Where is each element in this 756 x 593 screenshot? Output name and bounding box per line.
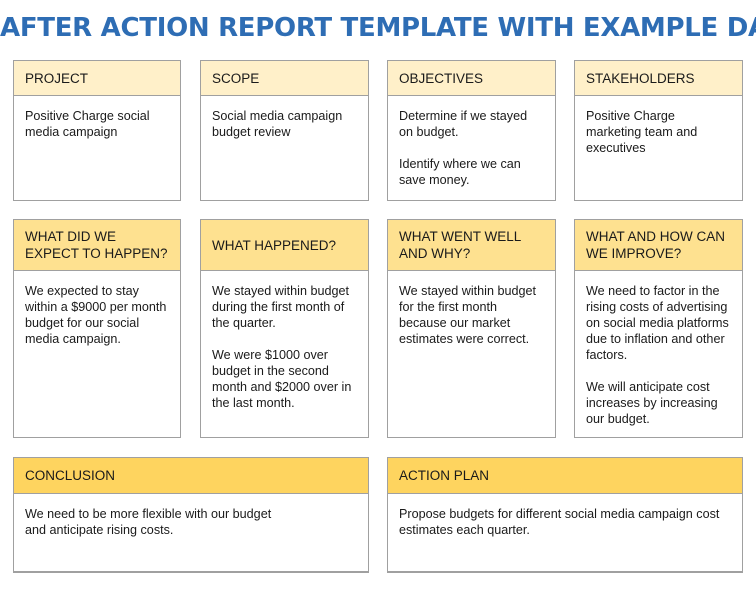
objectives-card: OBJECTIVES Determine if we stayed on bud…	[387, 60, 556, 201]
improve-card: WHAT AND HOW CAN WE IMPROVE? We need to …	[574, 219, 743, 438]
card-body: We need to be more flexible with our bud…	[14, 494, 368, 538]
card-heading: ACTION PLAN	[388, 458, 742, 494]
card-text: We stayed within budget during the first…	[212, 284, 349, 330]
scope-card: SCOPE Social media campaign budget revie…	[200, 60, 369, 201]
card-body: We expected to stay within a $9000 per m…	[14, 271, 180, 347]
card-text: Identify where we can save money.	[399, 157, 521, 187]
card-text: Propose budgets for different social med…	[399, 507, 720, 537]
card-body: We stayed within budget for the first mo…	[388, 271, 555, 347]
card-heading: STAKEHOLDERS	[575, 61, 742, 96]
card-text: We stayed within budget for the first mo…	[399, 284, 536, 346]
card-body: Propose budgets for different social med…	[388, 494, 742, 538]
card-body: Social media campaign budget review	[201, 96, 368, 140]
card-body: Determine if we stayed on budget. Identi…	[388, 96, 555, 188]
card-heading: CONCLUSION	[14, 458, 368, 494]
card-heading: WHAT WENT WELL AND WHY?	[388, 220, 555, 271]
card-heading: WHAT DID WE EXPECT TO HAPPEN?	[14, 220, 180, 271]
card-text: Determine if we stayed on budget.	[399, 109, 528, 139]
card-text: We need to be more flexible with our bud…	[25, 507, 272, 521]
card-text: We will anticipate cost increases by inc…	[586, 380, 718, 426]
expectations-card: WHAT DID WE EXPECT TO HAPPEN? We expecte…	[13, 219, 181, 438]
card-text: and anticipate rising costs.	[25, 523, 174, 537]
card-text: We were $1000 over budget in the second …	[212, 348, 352, 410]
page-title: AFTER ACTION REPORT TEMPLATE WITH EXAMPL…	[0, 13, 756, 43]
card-text: We need to factor in the rising costs of…	[586, 284, 729, 362]
card-body: Positive Charge marketing team and execu…	[575, 96, 742, 156]
card-text: Positive Charge marketing team and execu…	[586, 109, 698, 155]
card-heading: PROJECT	[14, 61, 180, 96]
card-body: We stayed within budget during the first…	[201, 271, 368, 411]
card-body: Positive Charge social media campaign	[14, 96, 180, 140]
card-text: Social media campaign budget review	[212, 109, 343, 139]
card-heading: WHAT AND HOW CAN WE IMPROVE?	[575, 220, 742, 271]
project-card: PROJECT Positive Charge social media cam…	[13, 60, 181, 201]
card-body: We need to factor in the rising costs of…	[575, 271, 742, 427]
what-happened-card: WHAT HAPPENED? We stayed within budget d…	[200, 219, 369, 438]
card-heading: WHAT HAPPENED?	[201, 220, 368, 271]
card-text: We expected to stay within a $9000 per m…	[25, 284, 167, 346]
card-heading: SCOPE	[201, 61, 368, 96]
conclusion-card: CONCLUSION We need to be more flexible w…	[13, 457, 369, 573]
card-heading: OBJECTIVES	[388, 61, 555, 96]
went-well-card: WHAT WENT WELL AND WHY? We stayed within…	[387, 219, 556, 438]
action-plan-card: ACTION PLAN Propose budgets for differen…	[387, 457, 743, 573]
stakeholders-card: STAKEHOLDERS Positive Charge marketing t…	[574, 60, 743, 201]
card-text: Positive Charge social media campaign	[25, 109, 150, 139]
